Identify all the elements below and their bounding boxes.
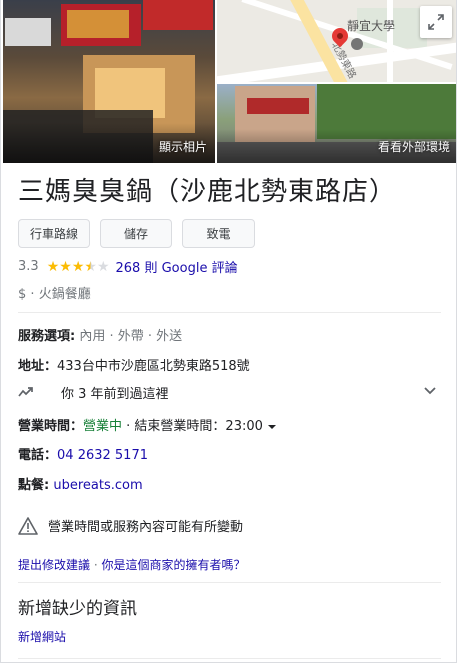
address-label: 地址： <box>18 359 58 374</box>
add-website-link[interactable]: 新增網站 <box>18 628 66 645</box>
claim-business-link[interactable]: 你是這個商家的擁有者嗎？ <box>101 558 245 572</box>
empty-star-icon: ★ <box>96 258 110 275</box>
star-rating: ★ ★ ★ ★ ★ <box>47 260 110 274</box>
star-icon: ★ <box>59 258 72 275</box>
divider <box>18 312 441 313</box>
visit-history[interactable]: 你 3 年前到過這裡 <box>18 382 441 402</box>
half-star-icon: ★ <box>84 258 97 275</box>
history-text: 你 3 年前到過這裡 <box>61 386 169 402</box>
rating-row: 3.3 ★ ★ ★ ★ ★ 268 則 Google 評論 <box>18 257 238 276</box>
missing-info-heading: 新增缺少的資訊 <box>18 599 137 619</box>
price-level: $ <box>18 287 27 302</box>
divider <box>18 658 441 659</box>
expand-icon <box>428 14 444 30</box>
hours-notice: 營業時間或服務內容可能有所變動 <box>18 516 243 535</box>
photo-strip: 顯示相片 靜宜大學 北勢東路 看看外部環境 <box>1 0 456 163</box>
expand-map-button[interactable] <box>420 6 452 38</box>
rating-score: 3.3 <box>18 259 39 274</box>
suggest-row: 提出修改建議 · 你是這個商家的擁有者嗎？ <box>18 558 246 572</box>
closing-time: · 結束營業時間：23:00 <box>122 419 263 434</box>
star-icon: ★ <box>71 258 85 275</box>
order-link[interactable]: ubereats.com <box>53 478 142 493</box>
map-thumbnail[interactable]: 靜宜大學 北勢東路 <box>217 0 456 82</box>
order-label: 點餐: <box>18 478 50 493</box>
category-type: 火鍋餐廳 <box>38 287 91 302</box>
university-icon <box>351 38 363 50</box>
storefront-photo[interactable]: 顯示相片 <box>3 0 215 163</box>
reviews-link[interactable]: 268 則 Google 評論 <box>116 257 238 276</box>
hours-row[interactable]: 營業時間：營業中 · 結束營業時間：23:00 <box>18 415 277 434</box>
phone-label: 電話： <box>18 448 58 463</box>
show-photos-label[interactable]: 顯示相片 <box>159 138 207 155</box>
service-options: 服務選項: 內用 · 外帶 · 外送 <box>18 325 182 344</box>
order-row: 點餐: ubereats.com <box>18 474 143 493</box>
open-status: 營業中 <box>83 419 123 434</box>
dropdown-arrow-icon[interactable] <box>267 423 277 431</box>
street-view-photo[interactable]: 看看外部環境 <box>217 84 456 163</box>
chevron-down-icon[interactable] <box>423 384 437 398</box>
call-button[interactable]: 致電 <box>182 219 255 248</box>
notice-text: 營業時間或服務內容可能有所變動 <box>48 520 244 535</box>
directions-button[interactable]: 行車路線 <box>18 219 90 248</box>
suggest-edit-link[interactable]: 提出修改建議 <box>18 558 90 572</box>
service-label: 服務選項: <box>18 329 76 344</box>
phone-row: 電話：04 2632 5171 <box>18 444 148 463</box>
divider <box>18 582 441 583</box>
hours-label: 營業時間： <box>18 419 84 434</box>
save-button[interactable]: 儲存 <box>100 219 172 248</box>
category-row: $ · 火鍋餐廳 <box>18 287 91 302</box>
service-values: 內用 · 外帶 · 外送 <box>75 329 183 344</box>
phone-number-link[interactable]: 04 2632 5171 <box>57 448 148 463</box>
trending-icon <box>18 387 33 397</box>
warning-icon <box>18 516 38 535</box>
star-icon: ★ <box>46 258 60 275</box>
knowledge-panel: 顯示相片 靜宜大學 北勢東路 看看外部環境 三媽臭臭鍋（沙鹿北勢東路店） 行車路… <box>0 0 457 663</box>
street-view-label[interactable]: 看看外部環境 <box>378 138 450 155</box>
action-buttons: 行車路線 儲存 致電 <box>18 219 255 248</box>
map-place-label: 靜宜大學 <box>347 19 396 33</box>
address-row: 地址：433台中市沙鹿區北勢東路518號 <box>18 355 250 374</box>
business-name: 三媽臭臭鍋（沙鹿北勢東路店） <box>18 177 397 207</box>
address-value: 433台中市沙鹿區北勢東路518號 <box>57 359 250 374</box>
